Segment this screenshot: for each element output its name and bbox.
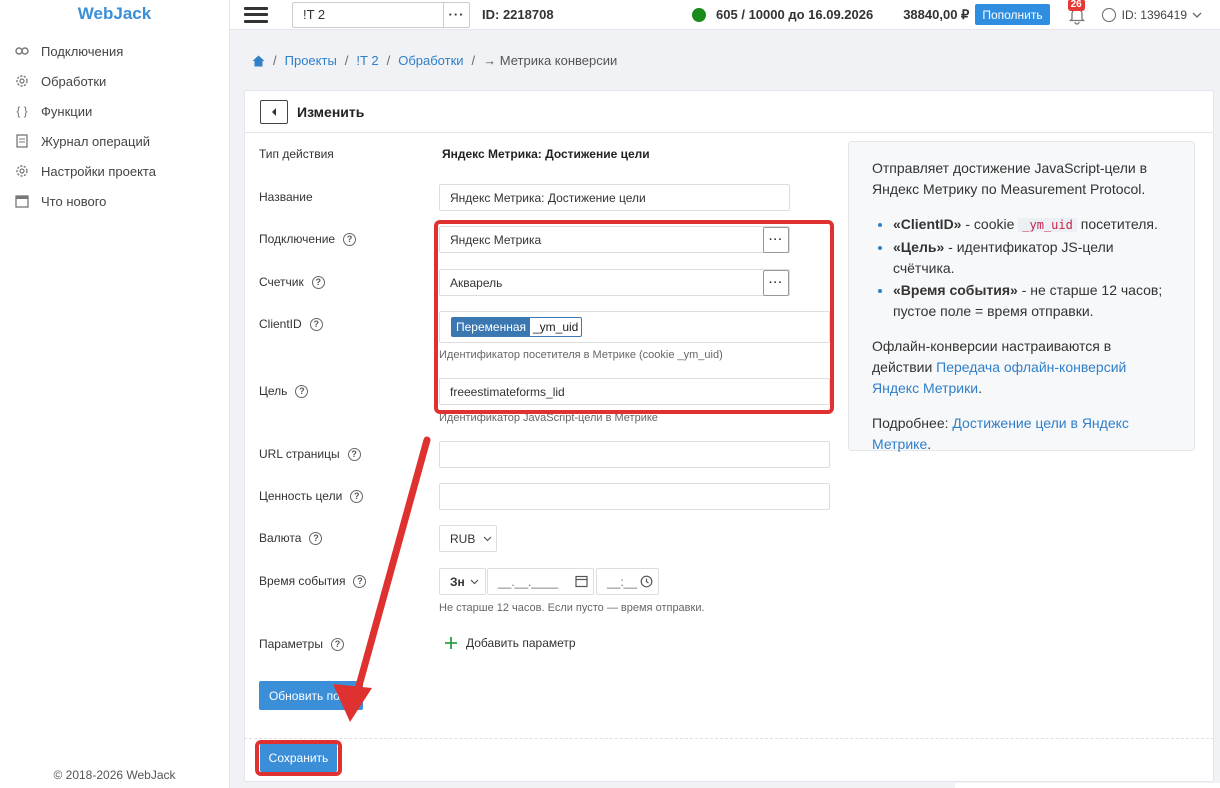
bottom-strip	[955, 783, 1220, 788]
annotation-arrow-icon	[333, 436, 431, 722]
